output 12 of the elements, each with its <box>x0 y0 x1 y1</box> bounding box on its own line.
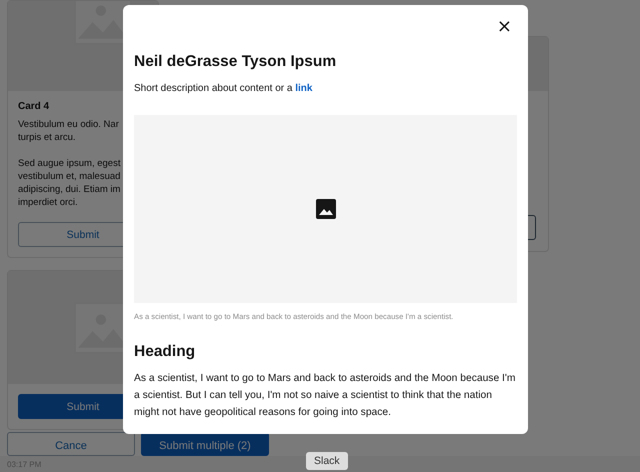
image-icon <box>316 199 336 219</box>
section-heading: Heading <box>134 343 196 361</box>
tooltip: Slack <box>306 452 348 470</box>
description-link[interactable]: link <box>295 83 312 94</box>
modal-title: Neil deGrasse Tyson Ipsum <box>134 53 338 71</box>
card-title: Card 4 <box>18 101 50 112</box>
card-text: Vestibulum eu odio. Nar turpis et arcu. <box>18 118 120 144</box>
close-button[interactable]: × <box>492 14 517 40</box>
footer-button[interactable]: Submit multiple (2) <box>141 432 269 456</box>
footer-button[interactable]: Cance <box>7 432 135 456</box>
card-text: Sed augue ipsum, egest vestibulum et, malesuad adipiscing, dui. Etiam im imperdiet orci. <box>18 157 122 209</box>
description-text: Short description about content or a link <box>134 83 314 94</box>
